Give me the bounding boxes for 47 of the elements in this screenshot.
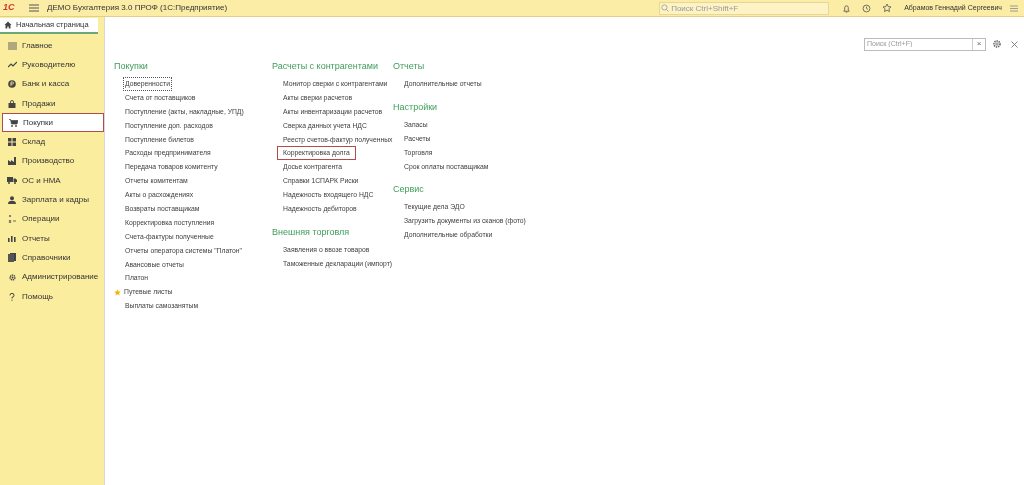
global-search-field[interactable]: Поиск Ctrl+Shift+F — [659, 1, 830, 15]
coin-icon — [8, 80, 16, 89]
section-heading: Покупки — [114, 60, 148, 73]
sidebar-item[interactable]: Зарплата и кадры — [2, 190, 106, 210]
settings-icon[interactable] — [992, 39, 1002, 49]
sidebar-item[interactable]: Продажи — [2, 93, 106, 114]
trend-icon — [7, 61, 17, 69]
sidebar-item[interactable]: Производство — [2, 151, 106, 172]
gear-icon — [7, 272, 17, 282]
sidebar-item[interactable]: Справочники — [2, 248, 106, 268]
sidebar-item[interactable]: Главное — [2, 36, 106, 56]
cart-icon — [8, 118, 18, 127]
star-icon[interactable] — [882, 3, 893, 13]
search-icon — [661, 4, 670, 12]
operations-icon — [8, 215, 16, 224]
bar-chart-icon — [8, 235, 16, 243]
favorite-star-icon[interactable] — [114, 288, 121, 296]
book-icon — [8, 253, 16, 263]
section-heading: Отчеты — [393, 60, 425, 73]
window-title: ДЕМО Бухгалтерия 3.0 ПРОФ (1С:Предприятие) — [47, 2, 228, 14]
section-heading: Настройки — [393, 100, 438, 114]
menu-icon[interactable] — [29, 4, 39, 12]
sidebar-item[interactable]: ОС и НМА — [2, 171, 106, 191]
sidebar-item[interactable]: Покупки — [2, 113, 104, 133]
sidebar-item[interactable]: Склад — [2, 132, 106, 152]
close-icon[interactable] — [1011, 40, 1018, 48]
bell-icon[interactable] — [842, 3, 852, 13]
sidebar-item[interactable]: Помощь — [2, 286, 106, 307]
clear-button[interactable]: × — [973, 40, 985, 48]
sidebar-item[interactable]: Руководителю — [2, 55, 106, 75]
sidebar-item[interactable]: Банк и касса — [2, 74, 106, 94]
bag-icon — [8, 99, 16, 108]
sidebar-item[interactable]: Администрирование — [2, 267, 106, 287]
sidebar-item[interactable]: Операции — [2, 209, 106, 229]
section-heading: Расчеты с контрагентами — [272, 60, 379, 73]
section-heading: Сервис — [393, 183, 424, 197]
section-heading: Внешняя торговля — [272, 225, 350, 239]
grid-icon — [8, 138, 16, 147]
truck-icon — [7, 177, 17, 185]
app-logo: 1С — [3, 1, 16, 15]
history-icon[interactable] — [862, 3, 872, 13]
help-icon — [9, 292, 15, 301]
home-icon — [4, 21, 12, 29]
sidebar-item[interactable]: Отчеты — [2, 228, 106, 249]
person-icon — [8, 196, 16, 204]
menu-icon[interactable] — [1010, 4, 1018, 12]
factory-icon — [7, 157, 17, 166]
